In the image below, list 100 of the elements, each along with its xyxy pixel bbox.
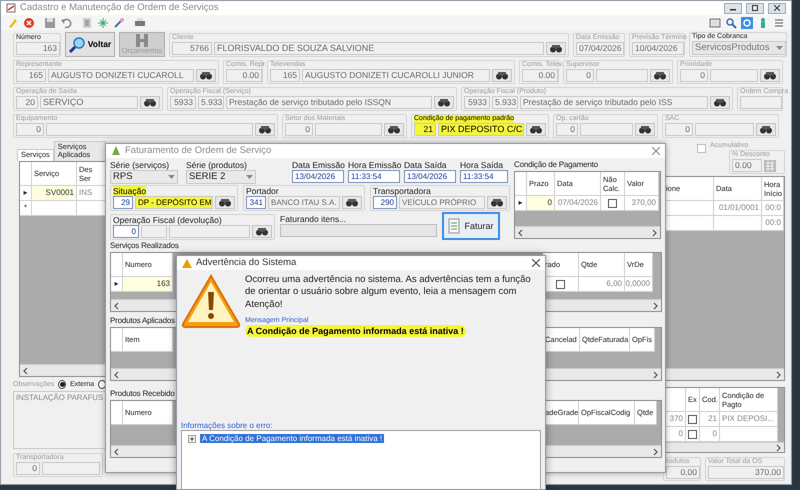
text-field[interactable]: 13/04/2026 (292, 170, 344, 183)
table-cell: 0 (664, 427, 686, 442)
menu-icon[interactable] (773, 16, 785, 28)
binoculars-icon (387, 125, 401, 134)
horizontal-scrollbar[interactable] (111, 368, 177, 380)
chevron-right-icon[interactable] (651, 228, 658, 236)
horizontal-scrollbar[interactable] (664, 368, 784, 380)
tree-item[interactable]: A Condição de Pagamento informada está inativa ! (200, 434, 384, 444)
checkbox[interactable] (556, 280, 565, 288)
table-cell: SV0001 (32, 186, 77, 201)
dropdown[interactable]: ServicosProdutos (692, 41, 786, 55)
save-icon[interactable] (44, 16, 56, 28)
dropdown[interactable]: RPS (110, 170, 178, 184)
text-field[interactable]: BANCO ITAU S.A. (268, 196, 340, 209)
chevron-left-icon[interactable] (113, 370, 120, 378)
text-field[interactable] (169, 225, 250, 238)
horizontal-scrollbar[interactable] (543, 299, 661, 311)
chevron-left-icon[interactable] (113, 302, 120, 310)
field-label: Situação (113, 186, 146, 196)
table-cell: INS (77, 186, 105, 201)
lookup-button[interactable] (342, 196, 362, 209)
table-cell: 6,00 (579, 277, 625, 292)
chevron-right-icon[interactable] (775, 444, 782, 452)
window-title: Advertência do Sistema (196, 258, 296, 268)
text-field[interactable] (695, 123, 754, 136)
printer-icon[interactable] (134, 16, 146, 28)
maximize-button[interactable] (746, 2, 764, 14)
checkbox[interactable] (608, 198, 617, 208)
table-cell: 0 (700, 427, 720, 442)
horizontal-scrollbar[interactable] (20, 364, 105, 376)
list-icon[interactable] (81, 16, 93, 28)
text-field[interactable] (46, 123, 253, 136)
section-title: Serviços Realizados (110, 241, 179, 250)
text-field[interactable] (740, 96, 782, 109)
section-title: Condição de Pagamento (514, 160, 599, 169)
horizontal-scrollbar[interactable] (111, 299, 177, 311)
horizontal-scrollbar[interactable] (543, 368, 661, 380)
horizontal-scrollbar[interactable] (515, 226, 660, 238)
invoice-button[interactable]: Faturar (442, 212, 500, 240)
text-field[interactable]: 0 (113, 225, 139, 238)
text-field[interactable] (141, 225, 167, 238)
dropdown[interactable]: SERIE 2 (186, 170, 256, 184)
binoculars-icon (345, 198, 359, 207)
chevron-right-icon[interactable] (652, 302, 659, 310)
expand-icon[interactable] (188, 434, 196, 443)
field-label: Série (produtos) (186, 160, 247, 170)
undo-icon[interactable] (60, 16, 72, 28)
lookup-button[interactable] (487, 196, 507, 209)
brush-icon[interactable] (113, 16, 125, 28)
binoculars-icon (258, 125, 272, 134)
chevron-left-icon[interactable] (517, 228, 524, 236)
binoculars-icon (255, 227, 269, 236)
horizontal-scrollbar[interactable] (111, 445, 177, 457)
text-field[interactable]: 11:33:54 (460, 170, 508, 183)
binoculars-icon (549, 44, 563, 53)
details-label: Informações sobre o erro: (181, 420, 274, 430)
lookup-button[interactable] (252, 225, 272, 238)
window-icon[interactable] (709, 16, 721, 28)
text-field[interactable] (710, 69, 758, 82)
field-label: Portador (246, 186, 279, 196)
text-field[interactable] (315, 123, 382, 136)
text-field[interactable] (42, 462, 100, 475)
sparkle-icon[interactable] (97, 16, 109, 28)
text-field[interactable]: VEÍCULO PRÓPRIO (399, 196, 485, 209)
field-label: Data Emissão (292, 160, 345, 170)
chevron-right-icon[interactable] (652, 448, 659, 456)
checkbox[interactable] (697, 144, 706, 153)
button[interactable]: Voltar (65, 32, 115, 57)
horizontal-scrollbar[interactable] (664, 442, 784, 452)
chevron-right-icon[interactable] (652, 370, 659, 378)
text-field[interactable] (596, 69, 648, 82)
binoculars-icon (653, 71, 667, 80)
warning-small-icon (182, 258, 192, 268)
chevron-right-icon[interactable] (775, 370, 782, 378)
text-field[interactable]: 341 (246, 196, 266, 209)
text-field[interactable]: 290 (373, 196, 397, 209)
text-field[interactable]: 163 (16, 42, 60, 55)
cancel-icon[interactable] (23, 16, 35, 28)
close-button[interactable] (532, 259, 540, 267)
text-field[interactable]: PIX DEPOSITO C/C (438, 123, 524, 136)
minimize-button[interactable] (724, 2, 742, 14)
text-field[interactable] (580, 123, 633, 136)
window-title: Faturamento de Ordem de Serviço (125, 146, 272, 156)
field-label: Operação Fiscal (devolução) (113, 215, 222, 225)
radio-button[interactable] (58, 380, 66, 389)
close-button[interactable] (768, 2, 786, 14)
chevron-left-icon[interactable] (113, 448, 120, 456)
chevron-left-icon[interactable] (22, 366, 29, 374)
checkbox[interactable] (688, 430, 697, 438)
horizontal-scrollbar[interactable] (543, 445, 661, 457)
binoculars-icon (218, 198, 232, 207)
text-field[interactable]: 29 (113, 196, 133, 209)
checkbox[interactable] (688, 414, 697, 424)
lookup-button[interactable] (526, 123, 546, 136)
text-field[interactable]: 21 (414, 123, 436, 136)
text-field[interactable]: 13/04/2026 (404, 170, 456, 183)
lookup-button[interactable] (215, 196, 235, 209)
search-icon[interactable] (725, 16, 737, 28)
text-field[interactable]: DP - DEPÓSITO EM (135, 196, 213, 209)
text-field[interactable]: 11:33:54 (348, 170, 400, 183)
